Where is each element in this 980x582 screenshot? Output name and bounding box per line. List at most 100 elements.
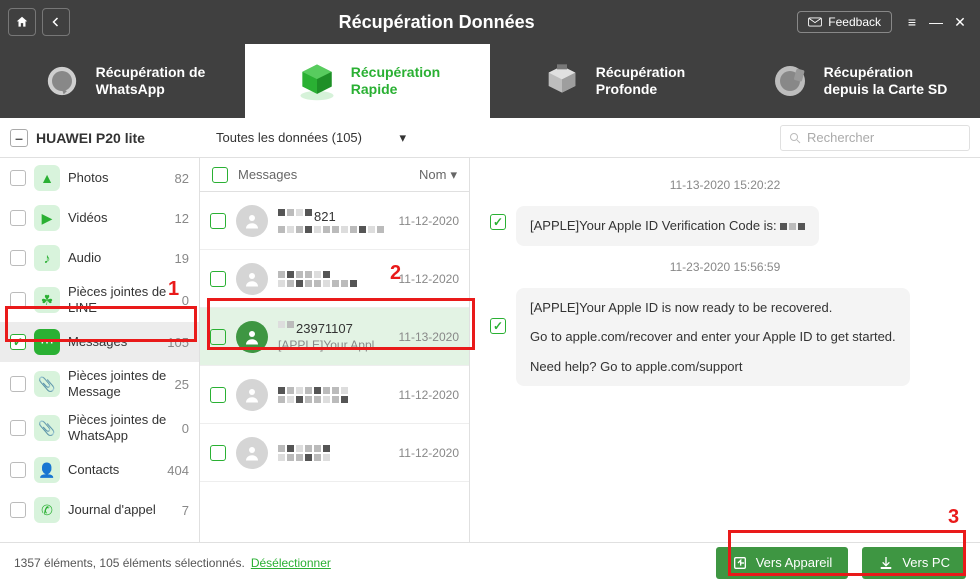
button-label: Vers Appareil [756, 555, 833, 570]
sidebar-item-count: 25 [175, 377, 189, 392]
checkbox[interactable] [210, 445, 226, 461]
list-title: Messages [238, 167, 297, 182]
checkbox[interactable] [490, 214, 506, 230]
sidebar-item-audio[interactable]: ♪ Audio 19 [0, 238, 199, 278]
timestamp: 11-23-2020 15:56:59 [490, 260, 960, 274]
timestamp: 11-13-2020 15:20:22 [490, 178, 960, 192]
mode-whatsapp[interactable]: Récupération de WhatsApp [0, 44, 245, 118]
chat-icon [40, 59, 84, 103]
chevron-down-icon: ▾ [450, 167, 457, 183]
mode-quick[interactable]: Récupération Rapide [245, 44, 490, 118]
sidebar-item-count: 12 [175, 211, 189, 226]
mode-label: Récupération Profonde [596, 64, 685, 99]
message-row[interactable]: [APPLE]Your Apple ID is now ready to be … [490, 288, 960, 387]
thread-row[interactable]: 11-12-2020 [200, 424, 469, 482]
checkbox[interactable] [210, 213, 226, 229]
titlebar: Récupération Données Feedback ≡ — ✕ [0, 0, 980, 44]
checkbox[interactable] [10, 334, 26, 350]
thread-list: Messages Nom ▾ 821 11-12-2020 [200, 158, 470, 542]
sidebar-item-label: Journal d'appel [68, 502, 174, 518]
thread-number [278, 445, 389, 452]
sidebar-item-label: Contacts [68, 462, 159, 478]
sidebar-item-label: Messages [68, 334, 159, 350]
collapse-icon: – [10, 129, 28, 147]
selection-summary: 1357 éléments, 105 éléments sélectionnés… [14, 556, 245, 570]
checkbox[interactable] [10, 170, 26, 186]
sidebar-item-contacts[interactable]: 👤 Contacts 404 [0, 450, 199, 490]
chevron-left-icon [50, 16, 62, 28]
select-all-checkbox[interactable] [212, 167, 228, 183]
attachment-icon: 📎 [34, 415, 60, 441]
checkbox[interactable] [210, 329, 226, 345]
thread-date: 11-12-2020 [399, 446, 460, 460]
sidebar-item-photos[interactable]: ▲ Photos 82 [0, 158, 199, 198]
sort-label[interactable]: Nom [419, 167, 446, 182]
sidebar-item-videos[interactable]: ▶ Vidéos 12 [0, 198, 199, 238]
avatar [236, 321, 268, 353]
deselect-link[interactable]: Désélectionner [251, 556, 331, 570]
checkbox[interactable] [10, 462, 26, 478]
attachment-icon: 📎 [34, 371, 60, 397]
thread-row[interactable]: 821 11-12-2020 [200, 192, 469, 250]
menu-button[interactable]: ≡ [902, 14, 922, 30]
mode-sd[interactable]: Récupération depuis la Carte SD [735, 44, 980, 118]
checkbox[interactable] [10, 292, 26, 308]
line-icon: ☘ [34, 287, 60, 313]
checkbox[interactable] [10, 420, 26, 436]
filter-label: Toutes les données (105) [216, 130, 362, 145]
mode-deep[interactable]: Récupération Profonde [490, 44, 735, 118]
sidebar-item-message-attachments[interactable]: 📎 Pièces jointes de Message 25 [0, 362, 199, 406]
thread-date: 11-12-2020 [399, 214, 460, 228]
filter-dropdown[interactable]: Toutes les données (105) ▾ [216, 130, 406, 146]
checkbox[interactable] [490, 318, 506, 334]
sidebar-item-label: Pièces jointes de Message [68, 368, 167, 399]
audio-icon: ♪ [34, 245, 60, 271]
list-header: Messages Nom ▾ [200, 158, 469, 192]
device-selector[interactable]: – HUAWEI P20 lite [10, 129, 200, 147]
search-placeholder: Rechercher [807, 130, 874, 145]
checkbox[interactable] [210, 387, 226, 403]
annotation-number-1: 1 [168, 278, 179, 301]
annotation-number-3: 3 [948, 506, 959, 529]
sidebar-item-label: Pièces jointes de WhatsApp [68, 412, 174, 443]
phone-icon: ✆ [34, 497, 60, 523]
home-button[interactable] [8, 8, 36, 36]
checkbox[interactable] [210, 271, 226, 287]
sidebar-item-whatsapp-attachments[interactable]: 📎 Pièces jointes de WhatsApp 0 [0, 406, 199, 450]
export-device-icon [732, 555, 748, 571]
home-icon [15, 15, 29, 29]
to-device-button[interactable]: Vers Appareil [716, 547, 849, 579]
message-icon: ⋯ [34, 329, 60, 355]
thread-row[interactable]: 23971107 [APPLE]Your Apple ID i... 11-13… [200, 308, 469, 366]
main-area: ▲ Photos 82 ▶ Vidéos 12 ♪ Audio 19 ☘ Piè… [0, 158, 980, 542]
mode-tabs: Récupération de WhatsApp Récupération Ra… [0, 44, 980, 118]
thread-row[interactable]: 11-12-2020 [200, 250, 469, 308]
sidebar-item-count: 0 [182, 293, 189, 308]
minimize-button[interactable]: — [926, 14, 946, 30]
page-title: Récupération Données [76, 12, 797, 33]
mode-label: Récupération de WhatsApp [96, 64, 206, 99]
close-button[interactable]: ✕ [950, 14, 970, 31]
thread-row[interactable]: 11-12-2020 [200, 366, 469, 424]
feedback-button[interactable]: Feedback [797, 11, 892, 33]
sidebar-item-call-log[interactable]: ✆ Journal d'appel 7 [0, 490, 199, 530]
checkbox[interactable] [10, 376, 26, 392]
checkbox[interactable] [10, 210, 26, 226]
thread-number: 23971107 [278, 321, 389, 336]
sidebar-item-label: Vidéos [68, 210, 167, 226]
button-label: Vers PC [902, 555, 950, 570]
thread-preview [278, 226, 389, 233]
download-icon [878, 555, 894, 571]
sidebar-item-messages[interactable]: ⋯ Messages 105 [0, 322, 199, 362]
search-icon [789, 132, 801, 144]
annotation-number-2: 2 [390, 262, 401, 285]
back-button[interactable] [42, 8, 70, 36]
checkbox[interactable] [10, 502, 26, 518]
avatar [236, 205, 268, 237]
to-pc-button[interactable]: Vers PC [862, 547, 966, 579]
message-row[interactable]: [APPLE]Your Apple ID Verification Code i… [490, 206, 960, 246]
checkbox[interactable] [10, 250, 26, 266]
search-input[interactable]: Rechercher [780, 125, 970, 151]
preview-pane: 11-13-2020 15:20:22 [APPLE]Your Apple ID… [470, 158, 980, 542]
sidebar-item-count: 19 [175, 251, 189, 266]
